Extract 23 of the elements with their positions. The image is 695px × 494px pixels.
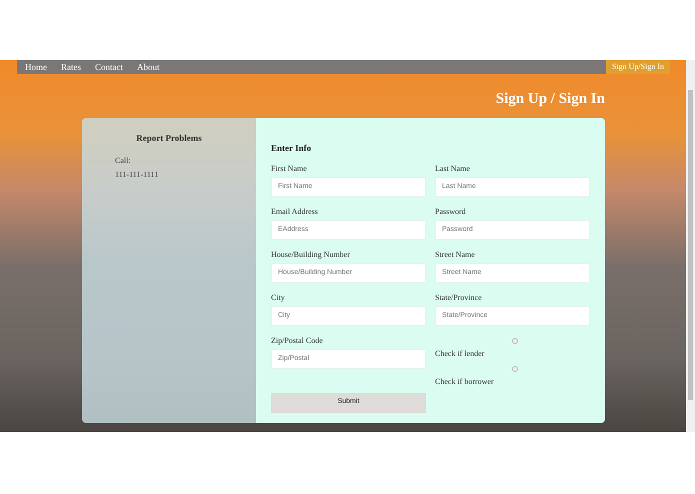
nav-link[interactable]: About bbox=[137, 62, 160, 72]
field-label: State/Province bbox=[435, 292, 483, 302]
option-label: Check if lender bbox=[435, 348, 486, 360]
call-label: Call: bbox=[115, 154, 132, 166]
option-label: Check if borrower bbox=[435, 376, 495, 388]
nav-link[interactable]: Rates bbox=[61, 62, 81, 72]
phone-number: 111-111-1111 bbox=[115, 168, 160, 180]
field-label: Email Address bbox=[271, 206, 319, 216]
field-label: Last Name bbox=[435, 164, 471, 174]
field-label: City bbox=[271, 292, 286, 302]
radio-button[interactable] bbox=[512, 366, 518, 372]
report-title: Report Problems bbox=[135, 132, 203, 145]
sign-up-button[interactable]: Sign Up/Sign In bbox=[606, 60, 670, 74]
radio-button[interactable] bbox=[512, 338, 518, 344]
field-label: House/Building Number bbox=[271, 250, 351, 260]
page-title: Sign Up / Sign In bbox=[496, 90, 605, 108]
field-label: First Name bbox=[271, 164, 308, 174]
field-label: Zip/Postal Code bbox=[271, 336, 324, 346]
nav-link[interactable]: Home bbox=[25, 62, 47, 72]
field-label: Password bbox=[435, 206, 467, 216]
nav-link[interactable]: Contact bbox=[95, 62, 123, 72]
form-title: Enter Info bbox=[271, 142, 312, 155]
field-label: Street Name bbox=[435, 250, 476, 260]
